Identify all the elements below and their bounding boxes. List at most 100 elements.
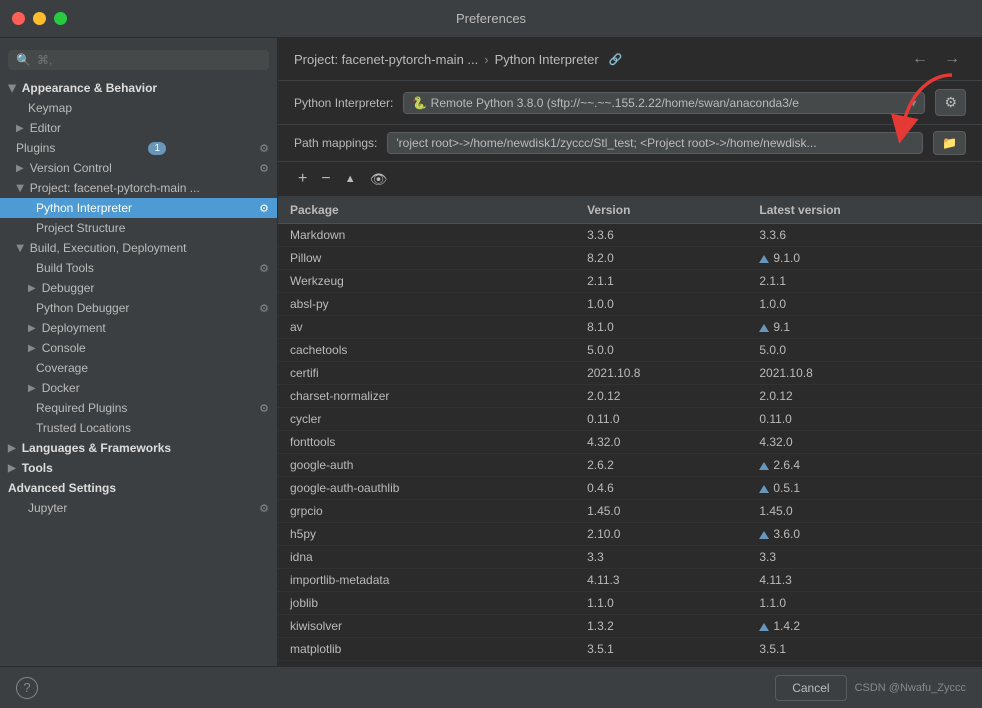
settings-icon: ⚙ [259, 402, 269, 415]
sidebar-item-version-control[interactable]: ▶ Version Control ⚙ [0, 158, 277, 178]
table-row[interactable]: importlib-metadata4.11.34.11.3 [278, 569, 982, 592]
package-version: 3.3.6 [575, 224, 747, 247]
package-name: Werkzeug [278, 270, 575, 293]
package-name: joblib [278, 592, 575, 615]
sidebar-item-label: Trusted Locations [36, 421, 131, 435]
interpreter-row: Python Interpreter: 🐍 Remote Python 3.8.… [278, 81, 982, 125]
sidebar-item-advanced[interactable]: Advanced Settings [0, 478, 277, 498]
sidebar-item-plugins[interactable]: Plugins 1 ⚙ [0, 138, 277, 158]
sidebar-item-label: Jupyter [28, 501, 67, 515]
path-label: Path mappings: [294, 136, 377, 150]
sidebar-item-debugger[interactable]: ▶ Debugger [0, 278, 277, 298]
close-button[interactable] [12, 12, 25, 25]
table-row[interactable]: Pillow8.2.09.1.0 [278, 247, 982, 270]
search-input[interactable] [37, 53, 261, 67]
sidebar-item-console[interactable]: ▶ Console [0, 338, 277, 358]
sidebar-item-docker[interactable]: ▶ Docker [0, 378, 277, 398]
package-version: 3.3 [575, 546, 747, 569]
package-table: Package Version Latest version Markdown3… [278, 197, 982, 666]
window-controls [12, 12, 67, 25]
sidebar-item-deployment[interactable]: ▶ Deployment [0, 318, 277, 338]
add-package-button[interactable]: + [294, 168, 311, 190]
sidebar-item-appearance[interactable]: ▶ Appearance & Behavior [0, 78, 277, 98]
sidebar-item-label: Coverage [36, 361, 88, 375]
up-button[interactable]: ▲ [341, 171, 360, 187]
sidebar-item-keymap[interactable]: Keymap [0, 98, 277, 118]
forward-button[interactable]: → [938, 48, 966, 70]
package-table-wrapper: Package Version Latest version Markdown3… [278, 197, 982, 666]
package-name: importlib-metadata [278, 569, 575, 592]
breadcrumb-project: Project: facenet-pytorch-main ... [294, 52, 478, 67]
sidebar-item-project[interactable]: ▶ Project: facenet-pytorch-main ... [0, 178, 277, 198]
table-row[interactable]: idna3.33.3 [278, 546, 982, 569]
table-row[interactable]: absl-py1.0.01.0.0 [278, 293, 982, 316]
back-button[interactable]: ← [906, 48, 934, 70]
cancel-button[interactable]: Cancel [775, 675, 846, 701]
interpreter-selector[interactable]: 🐍 Remote Python 3.8.0 (sftp://~~.~~.155.… [403, 92, 925, 114]
minimize-button[interactable] [33, 12, 46, 25]
sidebar-item-tools[interactable]: ▶ Tools [0, 458, 277, 478]
settings-icon: ⚙ [259, 262, 269, 275]
sidebar-item-label: Build Tools [36, 261, 94, 275]
col-package: Package [278, 197, 575, 224]
content-header: Project: facenet-pytorch-main ... › Pyth… [278, 38, 982, 81]
maximize-button[interactable] [54, 12, 67, 25]
package-name: absl-py [278, 293, 575, 316]
table-row[interactable]: kiwisolver1.3.21.4.2 [278, 615, 982, 638]
titlebar: Preferences [0, 0, 982, 38]
table-row[interactable]: certifi2021.10.82021.10.8 [278, 362, 982, 385]
bottom-bar: ? Cancel CSDN @Nwafu_Zyccc [0, 666, 982, 708]
sidebar-item-python-interpreter[interactable]: Python Interpreter ⚙ [0, 198, 277, 218]
sidebar-item-trusted-locations[interactable]: Trusted Locations [0, 418, 277, 438]
path-browse-button[interactable]: 📁 [933, 131, 966, 155]
interpreter-gear-button[interactable]: ⚙ [935, 89, 966, 116]
sidebar-item-editor[interactable]: ▶ Editor [0, 118, 277, 138]
table-row[interactable]: charset-normalizer2.0.122.0.12 [278, 385, 982, 408]
sidebar-item-label: Tools [22, 461, 53, 475]
table-row[interactable]: joblib1.1.01.1.0 [278, 592, 982, 615]
sidebar-item-required-plugins[interactable]: Required Plugins ⚙ [0, 398, 277, 418]
sidebar-item-label: Console [42, 341, 86, 355]
table-row[interactable]: cycler0.11.00.11.0 [278, 408, 982, 431]
settings-icon: ⚙ [259, 162, 269, 175]
package-version: 2.0.12 [575, 385, 747, 408]
table-row[interactable]: cachetools5.0.05.0.0 [278, 339, 982, 362]
sidebar-item-languages[interactable]: ▶ Languages & Frameworks [0, 438, 277, 458]
sidebar-item-jupyter[interactable]: Jupyter ⚙ [0, 498, 277, 518]
package-toolbar: + − ▲ 👁 [278, 162, 982, 197]
table-row[interactable]: grpcio1.45.01.45.0 [278, 500, 982, 523]
chevron-icon: ▶ [28, 343, 36, 354]
main-layout: 🔍 ▶ Appearance & Behavior Keymap ▶ Edito… [0, 38, 982, 666]
show-details-button[interactable]: 👁 [366, 169, 392, 190]
search-box[interactable]: 🔍 [8, 50, 269, 70]
chevron-icon: ▶ [14, 244, 25, 252]
nav-buttons: ← → [906, 48, 966, 70]
sidebar-item-project-structure[interactable]: Project Structure [0, 218, 277, 238]
update-triangle-icon [759, 324, 769, 332]
settings-icon: ⚙ [259, 202, 269, 215]
table-row[interactable]: numpy1.22.31.22.3 [278, 661, 982, 667]
table-row[interactable]: fonttools4.32.04.32.0 [278, 431, 982, 454]
table-row[interactable]: Werkzeug2.1.12.1.1 [278, 270, 982, 293]
table-row[interactable]: Markdown3.3.63.3.6 [278, 224, 982, 247]
chevron-icon: ▶ [8, 463, 16, 474]
sidebar-item-build-tools[interactable]: Build Tools ⚙ [0, 258, 277, 278]
package-latest: 9.1.0 [747, 247, 982, 270]
table-row[interactable]: av8.1.09.1 [278, 316, 982, 339]
package-latest: 1.45.0 [747, 500, 982, 523]
chevron-icon: ▶ [28, 323, 36, 334]
help-button[interactable]: ? [16, 677, 38, 699]
package-version: 1.22.3 [575, 661, 747, 667]
update-triangle-icon [759, 255, 769, 263]
sidebar-item-label: Required Plugins [36, 401, 127, 415]
sidebar-item-label: Advanced Settings [8, 481, 116, 495]
table-row[interactable]: matplotlib3.5.13.5.1 [278, 638, 982, 661]
sidebar-item-coverage[interactable]: Coverage [0, 358, 277, 378]
table-row[interactable]: google-auth2.6.22.6.4 [278, 454, 982, 477]
sidebar-item-build-exec[interactable]: ▶ Build, Execution, Deployment [0, 238, 277, 258]
table-row[interactable]: h5py2.10.03.6.0 [278, 523, 982, 546]
sidebar-item-label: Plugins [16, 141, 55, 155]
remove-package-button[interactable]: − [317, 168, 334, 190]
sidebar-item-python-debugger[interactable]: Python Debugger ⚙ [0, 298, 277, 318]
table-row[interactable]: google-auth-oauthlib0.4.60.5.1 [278, 477, 982, 500]
